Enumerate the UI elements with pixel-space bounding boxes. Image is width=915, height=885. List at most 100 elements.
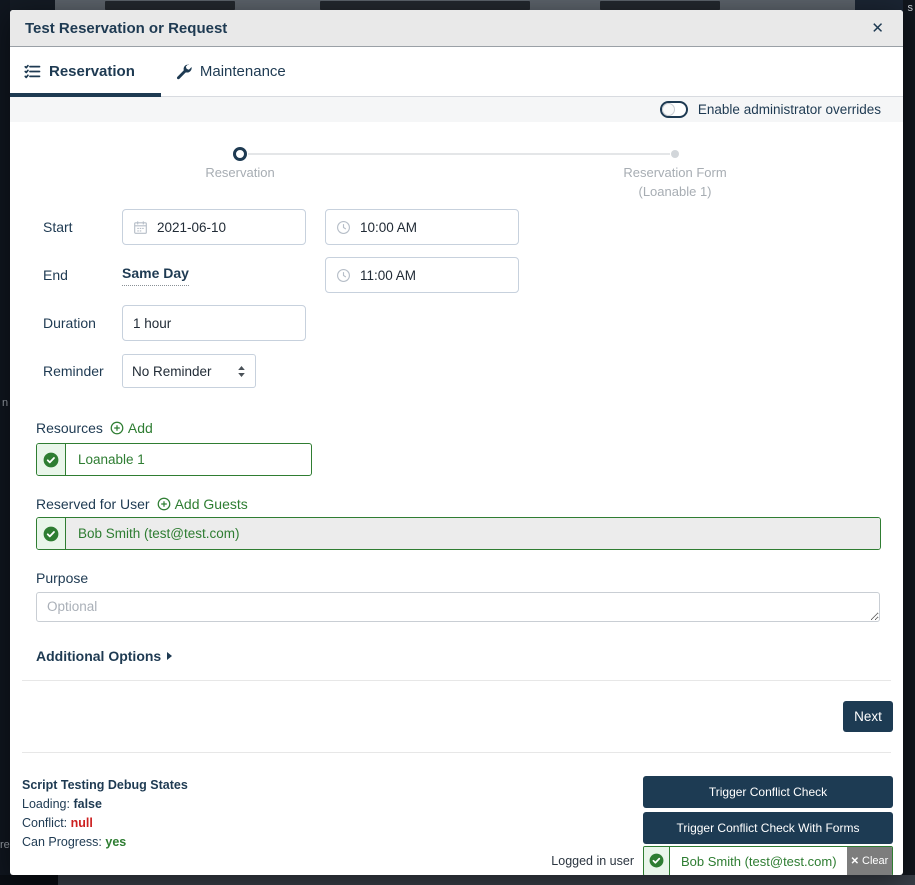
add-guests-button[interactable]: Add Guests — [157, 496, 248, 512]
stepper-label-1: Reservation — [170, 163, 310, 182]
resources-label: Resources — [36, 420, 103, 436]
purpose-textarea[interactable] — [36, 592, 880, 622]
toggle-knob — [662, 103, 675, 116]
start-time-value: 10:00 AM — [360, 220, 417, 235]
resources-section-header: Resources Add — [36, 420, 153, 436]
backdrop-bottom-left — [0, 875, 58, 885]
admin-override-row: Enable administrator overrides — [10, 97, 903, 122]
backdrop-text-fragment: re — [0, 840, 10, 851]
add-resource-button[interactable]: Add — [110, 420, 153, 436]
reminder-select[interactable]: No Reminder — [122, 354, 256, 388]
purpose-label: Purpose — [36, 570, 88, 586]
check-circle-icon — [43, 452, 59, 468]
debug-title: Script Testing Debug States — [22, 776, 188, 795]
tab-reservation[interactable]: Reservation — [10, 47, 161, 96]
trigger-conflict-check-forms-button[interactable]: Trigger Conflict Check With Forms — [643, 812, 893, 844]
tab-label: Reservation — [49, 63, 135, 80]
debug-conflict-value: null — [71, 816, 93, 830]
modal-title: Test Reservation or Request — [25, 20, 227, 37]
duration-row: Duration — [43, 305, 519, 341]
logged-in-user-label: Logged in user — [551, 854, 634, 868]
caret-right-icon — [167, 652, 172, 660]
reservation-form: Start 2021-06-10 10:00 AM — [43, 209, 519, 389]
start-date-input[interactable]: 2021-06-10 — [122, 209, 306, 245]
reminder-value: No Reminder — [132, 364, 237, 379]
end-row: End Same Day 11:00 AM — [43, 257, 519, 293]
next-button[interactable]: Next — [843, 701, 893, 732]
logged-in-user-row: Logged in user Bob Smith (test@test.com)… — [10, 846, 893, 875]
user-status-segment — [644, 847, 670, 875]
check-circle-icon — [649, 853, 665, 869]
modal-header: Test Reservation or Request ✕ — [10, 10, 903, 47]
tab-maintenance[interactable]: Maintenance — [161, 47, 312, 96]
logged-in-user-chip[interactable]: Bob Smith (test@test.com) ✕ Clear — [643, 846, 893, 875]
check-circle-icon — [43, 526, 59, 542]
same-day-link[interactable]: Same Day — [122, 265, 189, 286]
tab-label: Maintenance — [200, 63, 286, 80]
clock-icon — [336, 220, 351, 235]
debug-conflict-line: Conflict: null — [22, 814, 188, 833]
backdrop-heading-fragment — [320, 1, 530, 10]
backdrop-text-fragment: n — [2, 398, 8, 409]
add-resource-label: Add — [128, 420, 153, 436]
plus-circle-icon — [157, 497, 171, 511]
debug-loading-label: Loading: — [22, 797, 70, 811]
trigger-conflict-check-button[interactable]: Trigger Conflict Check — [643, 776, 893, 808]
additional-options-label: Additional Options — [36, 648, 161, 664]
tab-bar: Reservation Maintenance — [10, 47, 903, 97]
stepper-line — [248, 153, 670, 155]
start-row: Start 2021-06-10 10:00 AM — [43, 209, 519, 245]
stepper-label-2-line1: Reservation Form — [575, 163, 775, 182]
stepper-step-upcoming[interactable] — [671, 150, 679, 158]
wizard-stepper: Reservation Reservation Form (Loanable 1… — [10, 130, 903, 215]
duration-input[interactable] — [122, 305, 306, 341]
debug-conflict-label: Conflict: — [22, 816, 67, 830]
debug-loading-line: Loading: false — [22, 795, 188, 814]
reserved-user-item[interactable]: Bob Smith (test@test.com) — [36, 517, 881, 550]
backdrop-bottom-bar — [0, 875, 915, 885]
select-arrows-icon — [237, 365, 246, 378]
start-date-value: 2021-06-10 — [157, 220, 226, 235]
clear-x-icon: ✕ — [851, 856, 859, 867]
add-guests-label: Add Guests — [175, 496, 248, 512]
user-status-segment — [37, 518, 66, 549]
clear-user-button[interactable]: ✕ Clear — [847, 847, 892, 875]
additional-options-expander[interactable]: Additional Options — [36, 648, 172, 664]
backdrop-text-fragment: s — [908, 3, 914, 14]
resource-item[interactable]: Loanable 1 — [36, 443, 312, 476]
duration-label: Duration — [43, 315, 122, 331]
end-date-cell: Same Day — [122, 265, 306, 286]
backdrop-heading-fragment — [105, 1, 235, 10]
end-time-value: 11:00 AM — [360, 268, 416, 283]
end-time-input[interactable]: 11:00 AM — [325, 257, 519, 293]
resource-status-segment — [37, 444, 66, 475]
divider — [22, 680, 891, 681]
start-label: Start — [43, 219, 122, 235]
clock-icon — [336, 268, 351, 283]
stepper-label-2-line2: (Loanable 1) — [575, 182, 775, 201]
admin-override-toggle[interactable] — [660, 101, 688, 118]
debug-loading-value: false — [73, 797, 102, 811]
wrench-icon — [175, 63, 192, 80]
reserved-user-label: Reserved for User — [36, 496, 150, 512]
admin-override-label: Enable administrator overrides — [698, 102, 881, 117]
reservation-modal: Test Reservation or Request ✕ Reservatio… — [10, 10, 903, 875]
calendar-icon — [133, 220, 148, 235]
reminder-label: Reminder — [43, 363, 122, 379]
checklist-icon — [24, 63, 41, 80]
stepper-label-2: Reservation Form (Loanable 1) — [575, 163, 775, 201]
backdrop-left-edge — [0, 0, 10, 885]
plus-circle-icon — [110, 421, 124, 435]
reserved-user-item-label: Bob Smith (test@test.com) — [66, 518, 880, 549]
debug-states-panel: Script Testing Debug States Loading: fal… — [22, 776, 188, 852]
divider — [22, 752, 891, 753]
reserved-user-section-header: Reserved for User Add Guests — [36, 496, 248, 512]
stepper-step-active[interactable] — [233, 147, 247, 161]
backdrop-heading-fragment — [600, 1, 720, 10]
backdrop-right-edge — [903, 0, 915, 885]
reminder-row: Reminder No Reminder — [43, 353, 519, 389]
close-icon[interactable]: ✕ — [867, 19, 888, 38]
resource-item-label: Loanable 1 — [66, 444, 311, 475]
start-time-input[interactable]: 10:00 AM — [325, 209, 519, 245]
end-label: End — [43, 267, 122, 283]
